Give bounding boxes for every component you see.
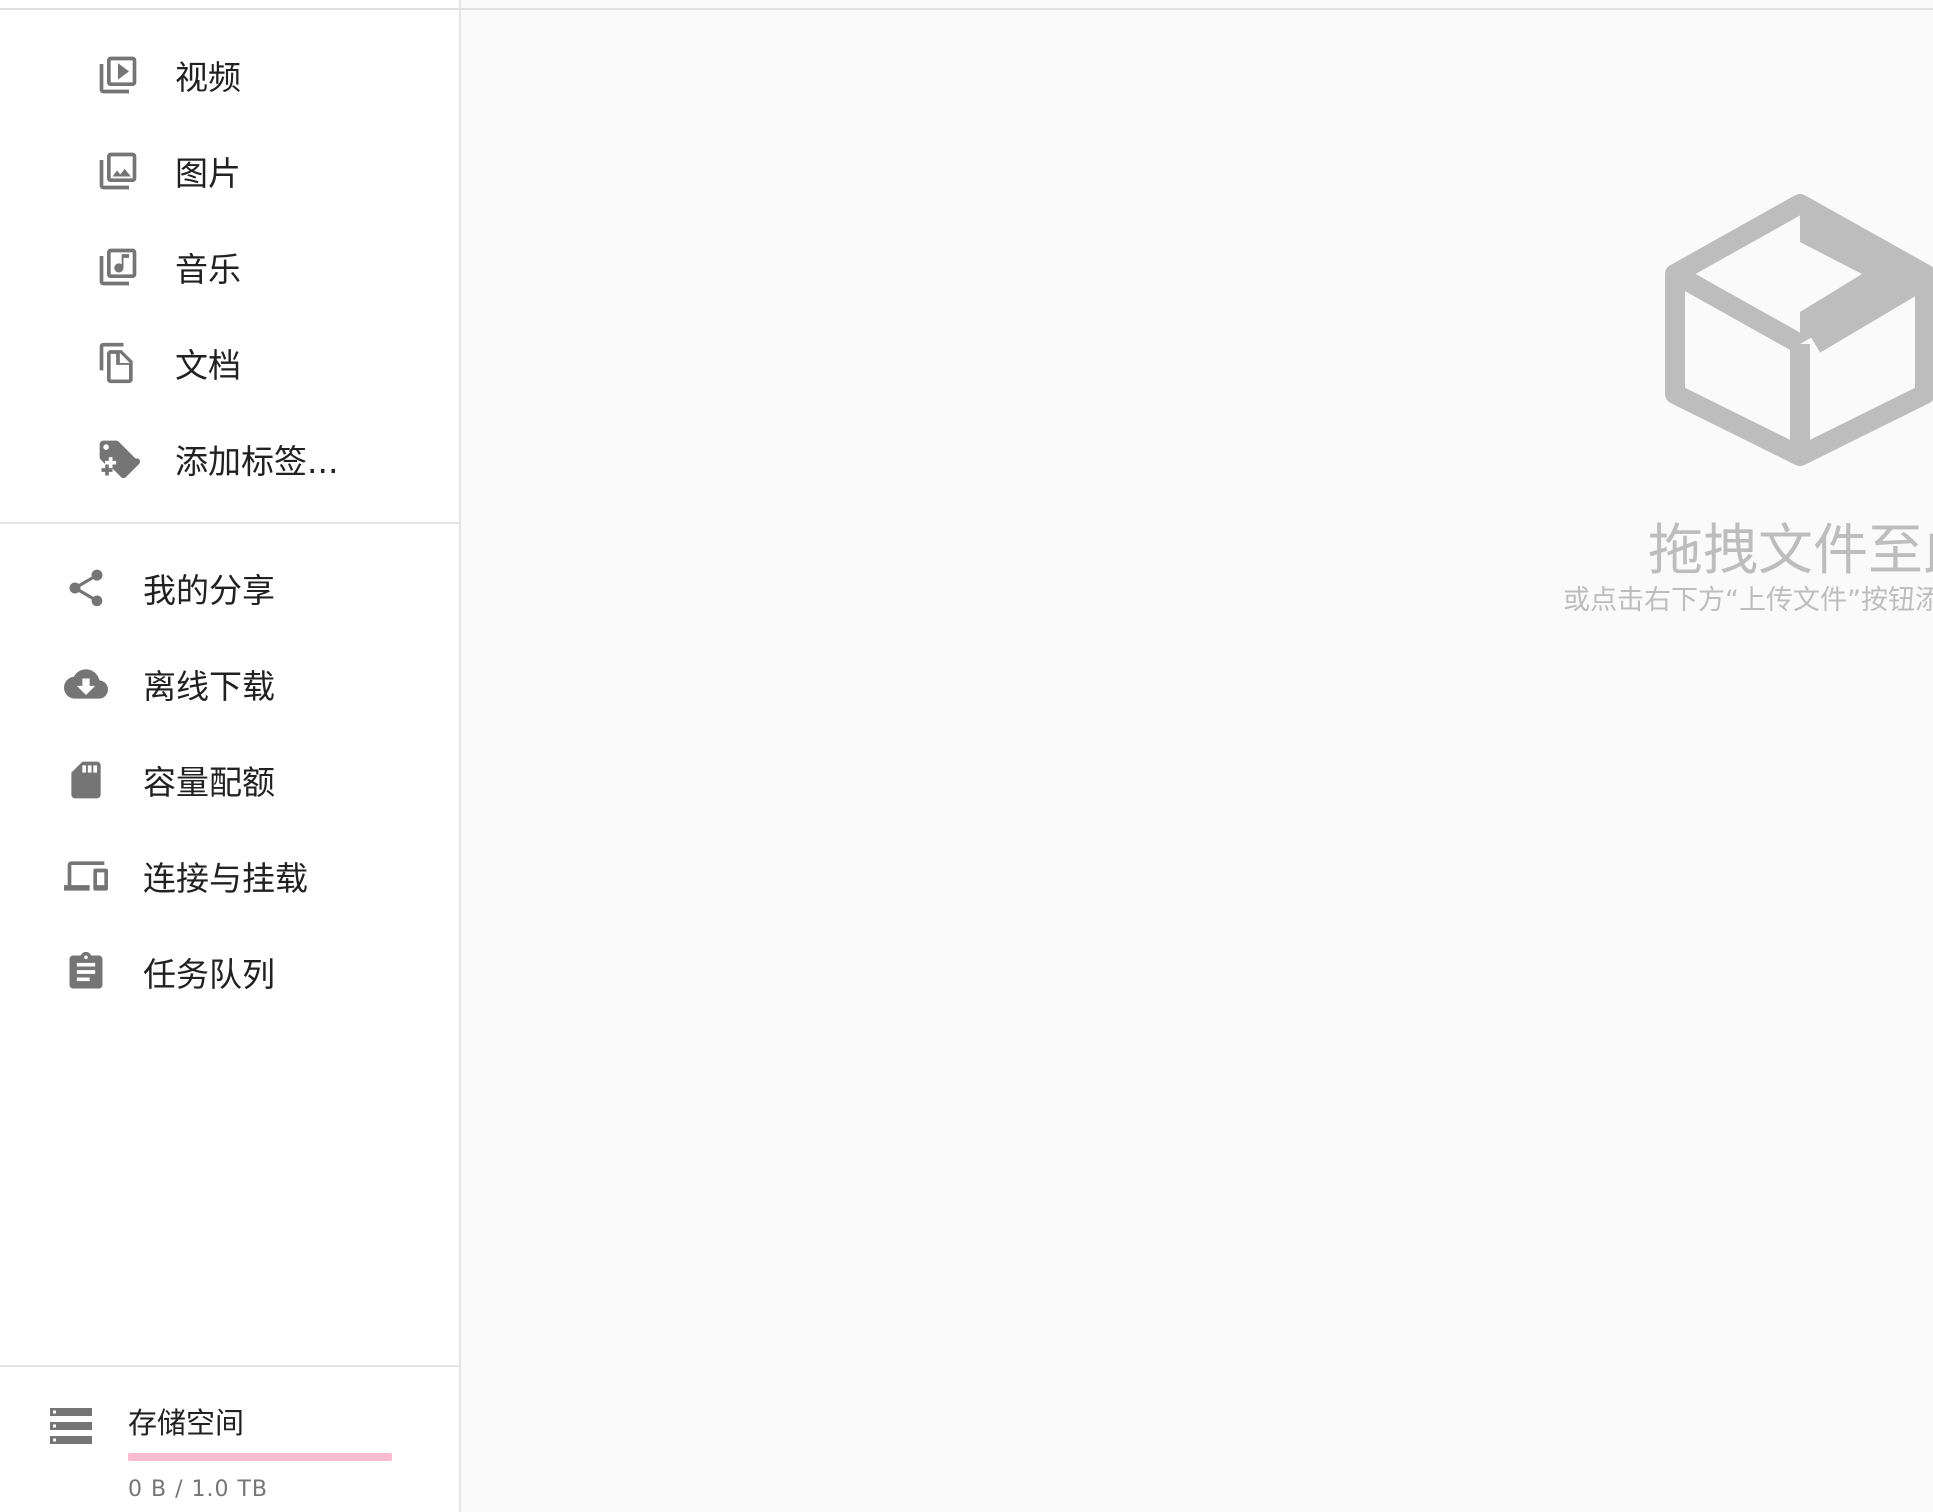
empty-state-title: 拖拽文件至此: [1648, 518, 1933, 582]
box-icon: [1655, 194, 1933, 466]
sidebar-item-images[interactable]: 图片: [0, 131, 459, 211]
sidebar-item-label: 添加标签...: [175, 442, 339, 481]
sidebar-item-label: 我的分享: [143, 571, 275, 610]
sidebar-item-quota[interactable]: 容量配额: [0, 740, 459, 820]
sidebar-item-label: 图片: [175, 154, 241, 193]
storage-title: 存储空间: [128, 1406, 245, 1440]
documents-icon: [96, 341, 140, 385]
sd-card-icon: [64, 758, 108, 802]
photo-library-icon: [96, 149, 140, 193]
sidebar-item-offline-download[interactable]: 离线下载: [0, 644, 459, 724]
sidebar-item-documents[interactable]: 文档: [0, 323, 459, 403]
storage-usage: 0 B / 1.0 TB: [128, 1477, 268, 1502]
add-tag-icon: [96, 437, 140, 481]
sidebar-item-music[interactable]: 音乐: [0, 227, 459, 307]
music-library-icon: [96, 245, 140, 289]
storage-icon: [50, 1408, 92, 1444]
cloud-download-icon: [64, 662, 108, 706]
sidebar-item-label: 任务队列: [143, 955, 275, 994]
sidebar-item-label: 音乐: [175, 250, 241, 289]
share-icon: [64, 566, 108, 610]
assignment-icon: [64, 950, 108, 994]
sidebar-item-label: 连接与挂载: [143, 859, 308, 898]
sidebar-item-my-shares[interactable]: 我的分享: [0, 548, 459, 628]
empty-state-subtitle: 或点击右下方“上传文件”按钮添加文件: [1563, 585, 1933, 616]
sidebar-item-label: 离线下载: [143, 667, 275, 706]
sidebar-divider: [0, 1365, 459, 1367]
sidebar-item-label: 文档: [175, 346, 241, 385]
devices-icon: [64, 854, 108, 898]
sidebar: 视频 图片 音乐 文档 添加标签... 我的分享 离线下载 容量配额 连接与挂载…: [0, 0, 461, 1512]
sidebar-item-add-tag[interactable]: 添加标签...: [0, 419, 459, 499]
sidebar-item-label: 视频: [175, 58, 241, 97]
sidebar-item-video[interactable]: 视频: [0, 35, 459, 115]
sidebar-top-divider: [0, 0, 459, 10]
sidebar-item-task-queue[interactable]: 任务队列: [0, 932, 459, 1012]
storage-progress-bar: [128, 1453, 392, 1461]
sidebar-item-label: 容量配额: [143, 763, 275, 802]
video-library-icon: [96, 53, 140, 97]
sidebar-divider: [0, 522, 459, 524]
sidebar-item-connect-mount[interactable]: 连接与挂载: [0, 836, 459, 916]
